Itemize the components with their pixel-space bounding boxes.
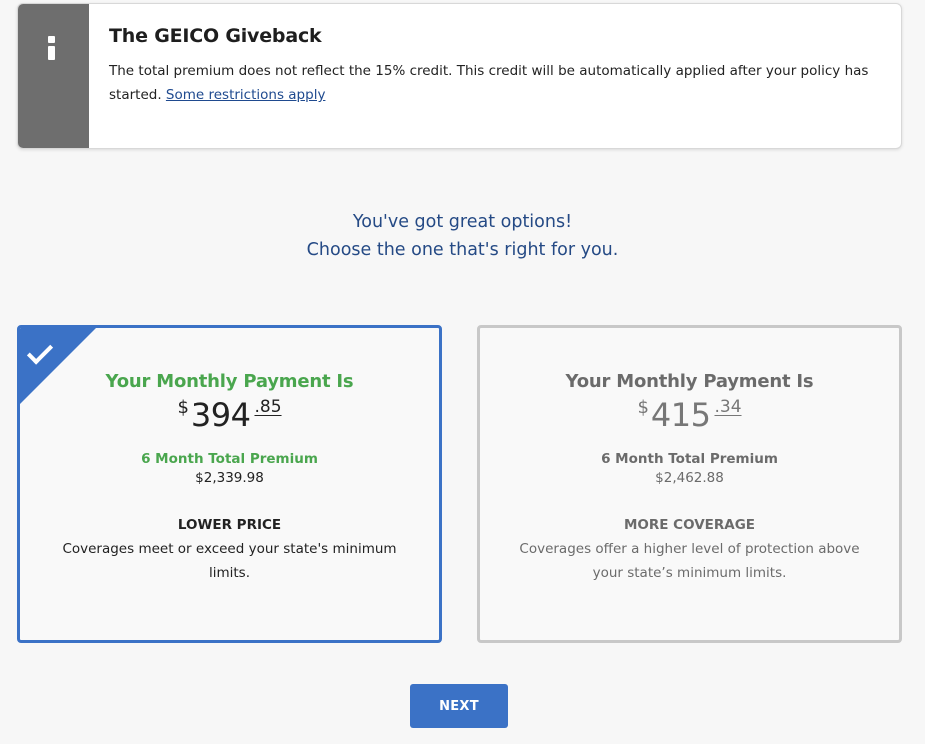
option-description: Coverages meet or exceed your state's mi… bbox=[62, 541, 397, 581]
option-card-more-coverage[interactable]: Your Monthly Payment Is $415.34 6 Month … bbox=[477, 325, 902, 643]
restrictions-link[interactable]: Some restrictions apply bbox=[166, 87, 326, 103]
term-premium-total: $2,339.98 bbox=[195, 470, 264, 486]
term-premium-total: $2,462.88 bbox=[655, 470, 724, 486]
option-type: MORE COVERAGE bbox=[623, 517, 756, 533]
heading-line-1: You've got great options! bbox=[352, 212, 573, 232]
option-card-lower-price[interactable]: Your Monthly Payment Is $394.85 6 Month … bbox=[17, 325, 442, 643]
price-dollars: 415 bbox=[650, 396, 711, 434]
giveback-notice: The GEICO Giveback The total premium doe… bbox=[17, 3, 902, 149]
info-icon bbox=[47, 36, 56, 60]
notice-icon-rail bbox=[18, 4, 89, 148]
term-premium-label: 6 Month Total Premium bbox=[141, 451, 318, 467]
options-heading: You've got great options! Choose the one… bbox=[0, 208, 925, 264]
option-type: LOWER PRICE bbox=[177, 517, 282, 533]
notice-text: The total premium does not reflect the 1… bbox=[109, 59, 883, 107]
term-premium-label: 6 Month Total Premium bbox=[601, 451, 778, 467]
selected-ribbon bbox=[20, 328, 96, 404]
notice-body: The GEICO Giveback The total premium doe… bbox=[89, 4, 901, 148]
payment-label: Your Monthly Payment Is bbox=[565, 371, 814, 392]
price-cents: .34 bbox=[714, 397, 742, 417]
price-cents: .85 bbox=[254, 397, 282, 417]
heading-line-2: Choose the one that's right for you. bbox=[306, 240, 619, 260]
notice-title: The GEICO Giveback bbox=[109, 25, 322, 47]
monthly-price: $415.34 bbox=[480, 396, 899, 436]
price-dollars: 394 bbox=[190, 396, 251, 434]
currency-symbol: $ bbox=[177, 397, 189, 418]
currency-symbol: $ bbox=[637, 397, 649, 418]
next-button[interactable]: NEXT bbox=[410, 684, 508, 728]
option-description: Coverages offer a higher level of protec… bbox=[519, 541, 860, 581]
